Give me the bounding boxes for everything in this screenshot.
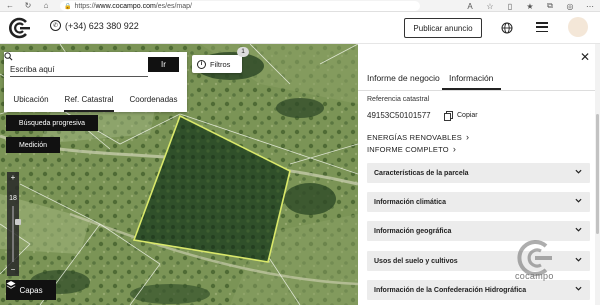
filter-info-icon: i — [197, 59, 206, 69]
section-climate-info[interactable]: Información climática — [367, 192, 590, 212]
search-icon[interactable] — [4, 52, 13, 61]
browser-toolbar: ← ↻ ⌂ 🔒 https://www.cocampo.com/es/es/ma… — [0, 0, 600, 12]
browser-actions: A ☆ ▯ ★ ⧉ ◎ ⋯ — [464, 0, 596, 12]
cadastral-ref-value: 49153C50101577 — [367, 111, 431, 120]
whatsapp-icon: ✆ — [50, 20, 61, 31]
chevron-right-icon: › — [465, 132, 470, 142]
chevron-down-icon — [575, 286, 582, 291]
full-report-link[interactable]: INFORME COMPLETO › — [367, 144, 456, 154]
tab-business-report[interactable]: Informe de negocio — [367, 73, 440, 83]
section-label: Información de la Confederación Hidrográ… — [374, 286, 527, 294]
section-label: Información climática — [374, 198, 446, 206]
chevron-right-icon: › — [452, 144, 457, 154]
phone-contact[interactable]: ✆ (+34) 623 380 922 — [50, 20, 139, 31]
tab-ref-catastral[interactable]: Ref. Catastral — [58, 90, 120, 112]
tab-ubicacion[interactable]: Ubicación — [4, 90, 58, 112]
home-icon[interactable]: ⌂ — [40, 1, 52, 10]
parcel-info-panel: Informe de negocio Información ✕ Referen… — [358, 44, 600, 305]
filters-count-badge: 1 — [237, 47, 249, 57]
section-label: Usos del suelo y cultivos — [374, 257, 458, 265]
favorite-star-icon[interactable]: ☆ — [484, 2, 496, 11]
section-parcel-characteristics[interactable]: Características de la parcela — [367, 163, 590, 183]
search-input[interactable] — [10, 63, 148, 77]
url-path: /es/es/map/ — [155, 2, 192, 10]
filters-button[interactable]: i Filtros — [192, 55, 242, 73]
hamburger-menu-icon[interactable] — [536, 22, 548, 32]
zoom-slider-thumb[interactable] — [15, 219, 21, 225]
chevron-down-icon — [575, 169, 582, 174]
cocampo-logo-icon[interactable] — [8, 16, 32, 40]
site-header: ✆ (+34) 623 380 922 Publicar anuncio — [0, 12, 600, 44]
back-icon[interactable]: ← — [4, 1, 16, 10]
more-icon[interactable]: ⋯ — [584, 2, 596, 11]
phone-number: (+34) 623 380 922 — [65, 20, 139, 31]
chevron-down-icon — [575, 257, 582, 262]
zoom-slider-track[interactable] — [12, 206, 21, 262]
read-aloud-icon[interactable]: A — [464, 2, 476, 11]
scrollbar-thumb[interactable] — [596, 114, 599, 234]
search-tabs: Ubicación Ref. Catastral Coordenadas — [4, 90, 187, 112]
section-label: Información geográfica — [374, 227, 452, 235]
address-bar[interactable]: 🔒 https://www.cocampo.com/es/es/map/ — [60, 1, 420, 11]
tab-information[interactable]: Información — [441, 73, 502, 90]
cadastral-search-panel: Ir Ubicación Ref. Catastral Coordenadas — [4, 52, 187, 112]
layers-button[interactable]: Capas — [6, 280, 56, 300]
go-button[interactable]: Ir — [148, 57, 179, 72]
section-label: Características de la parcela — [374, 169, 469, 177]
chevron-down-icon — [575, 227, 582, 232]
profile-icon[interactable]: ◎ — [564, 2, 576, 11]
tab-coordenadas[interactable]: Coordenadas — [120, 90, 187, 112]
zoom-out-button[interactable]: − — [7, 264, 19, 276]
chevron-down-icon — [575, 198, 582, 203]
split-screen-icon[interactable]: ▯ — [504, 2, 516, 11]
renewable-energy-link[interactable]: ENERGÍAS RENOVABLES › — [367, 132, 469, 142]
layers-label: Capas — [19, 285, 43, 295]
copy-icon[interactable] — [444, 111, 453, 121]
favorites-icon[interactable]: ★ — [524, 2, 536, 11]
avatar[interactable] — [568, 17, 588, 37]
publish-ad-button[interactable]: Publicar anuncio — [404, 18, 482, 38]
measurement-button[interactable]: Medición — [6, 137, 60, 153]
panel-tabs: Informe de negocio Información ✕ — [358, 44, 600, 91]
layers-icon — [6, 281, 16, 289]
panel-scrollbar[interactable] — [595, 44, 600, 305]
url-prefix: https:// — [74, 2, 96, 10]
cadastral-ref-label: Referencia catastral — [367, 96, 430, 103]
zoom-in-button[interactable]: + — [7, 172, 19, 184]
progressive-search-button[interactable]: Búsqueda progresiva — [6, 115, 98, 131]
zoom-control: + 18 − — [7, 172, 21, 276]
cocampo-watermark-text: cocampo — [515, 271, 554, 281]
copy-button[interactable]: Copiar — [457, 112, 478, 119]
renewable-energy-label: ENERGÍAS RENOVABLES — [367, 132, 462, 142]
lock-icon: 🔒 — [64, 3, 72, 10]
zoom-level: 18 — [9, 195, 17, 202]
filters-label: Filtros — [210, 59, 231, 69]
full-report-label: INFORME COMPLETO — [367, 144, 449, 154]
globe-icon[interactable] — [501, 22, 513, 34]
satellite-map[interactable]: Ir Ubicación Ref. Catastral Coordenadas … — [0, 44, 358, 305]
close-icon[interactable]: ✕ — [580, 51, 590, 63]
collections-icon[interactable]: ⧉ — [544, 1, 556, 11]
url-host: www.cocampo.com — [95, 2, 156, 10]
reload-icon[interactable]: ↻ — [22, 1, 34, 10]
